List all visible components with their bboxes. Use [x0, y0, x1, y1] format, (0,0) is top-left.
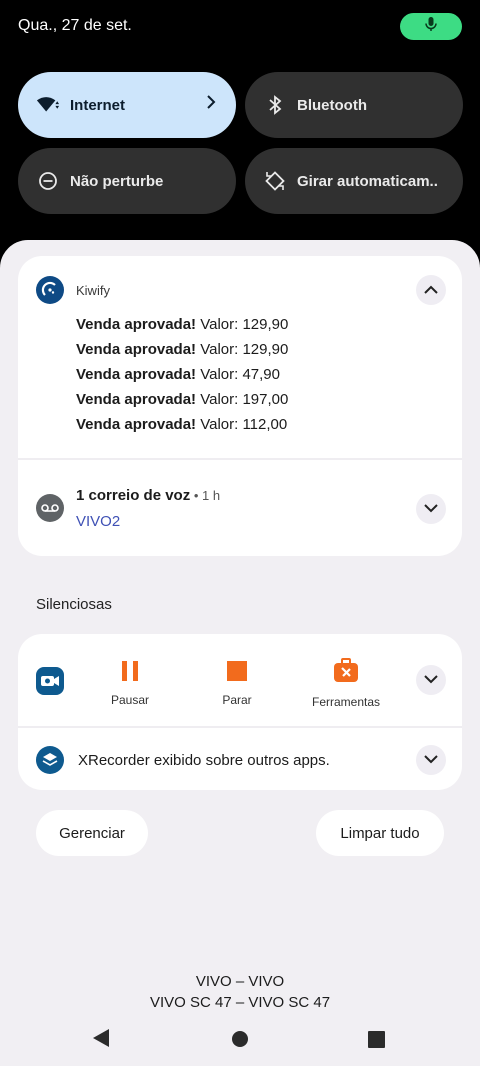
- collapse-button[interactable]: [416, 275, 446, 305]
- home-icon: [231, 1031, 249, 1052]
- kiwify-message[interactable]: Venda aprovada! Valor: 112,00: [76, 416, 287, 433]
- kiwify-app-icon: [36, 276, 64, 304]
- tile-bluetooth-label: Bluetooth: [297, 96, 367, 114]
- expand-voicemail-button[interactable]: [416, 494, 446, 524]
- tile-auto-rotate[interactable]: Girar automaticam..: [245, 148, 463, 214]
- silent-notification-group: Pausar Parar Ferramentas XRecorder exibi…: [18, 634, 462, 790]
- mic-icon: [424, 16, 438, 37]
- kiwify-message[interactable]: Venda aprovada! Valor: 47,90: [76, 366, 280, 383]
- status-date: Qua., 27 de set.: [18, 17, 132, 34]
- kiwify-message[interactable]: Venda aprovada! Valor: 129,90: [76, 316, 288, 333]
- chevron-down-icon: [424, 751, 438, 769]
- tile-internet[interactable]: Internet: [18, 72, 236, 138]
- carrier-line-1: VIVO – VIVO: [195, 973, 285, 990]
- wifi-icon: [36, 93, 60, 117]
- divider: [18, 726, 462, 728]
- back-button[interactable]: [92, 1028, 110, 1053]
- voicemail-title[interactable]: 1 correio de voz • 1 h: [76, 487, 220, 504]
- divider: [18, 458, 462, 460]
- silent-section-label: Silenciosas: [36, 596, 112, 613]
- back-icon: [92, 1029, 110, 1052]
- pause-action[interactable]: Pausar: [110, 660, 150, 707]
- recents-icon: [368, 1031, 385, 1052]
- overlay-notification-text[interactable]: XRecorder exibido sobre outros apps.: [78, 752, 330, 769]
- notification-group: Kiwify Venda aprovada! Valor: 129,90 Ven…: [18, 256, 462, 556]
- chevron-up-icon: [424, 281, 438, 299]
- chevron-down-icon: [424, 500, 438, 518]
- chevron-right-icon: [206, 95, 216, 113]
- expand-recorder-button[interactable]: [416, 665, 446, 695]
- pause-icon: [119, 660, 141, 687]
- mic-indicator[interactable]: [400, 13, 462, 40]
- chevron-down-icon: [424, 671, 438, 689]
- voicemail-icon: [36, 494, 64, 522]
- home-button[interactable]: [231, 1030, 249, 1053]
- auto-rotate-icon: [263, 169, 287, 193]
- tile-do-not-disturb-label: Não perturbe: [70, 172, 164, 190]
- tile-bluetooth[interactable]: Bluetooth: [245, 72, 463, 138]
- kiwify-message[interactable]: Venda aprovada! Valor: 197,00: [76, 391, 288, 408]
- kiwify-app-name: Kiwify: [76, 283, 110, 298]
- carrier-line-2: VIVO SC 47 – VIVO SC 47: [149, 994, 331, 1011]
- bluetooth-icon: [263, 93, 287, 117]
- toolbox-icon: [333, 658, 359, 689]
- manage-button[interactable]: Gerenciar: [36, 810, 148, 856]
- tools-action[interactable]: Ferramentas: [306, 658, 386, 709]
- clear-all-button[interactable]: Limpar tudo: [316, 810, 444, 856]
- stop-action[interactable]: Parar: [217, 660, 257, 707]
- recents-button[interactable]: [368, 1031, 385, 1053]
- kiwify-message[interactable]: Venda aprovada! Valor: 129,90: [76, 341, 288, 358]
- layers-icon: [36, 746, 64, 774]
- do-not-disturb-icon: [36, 169, 60, 193]
- tile-do-not-disturb[interactable]: Não perturbe: [18, 148, 236, 214]
- expand-overlay-button[interactable]: [416, 745, 446, 775]
- tile-internet-label: Internet: [70, 96, 126, 114]
- recorder-app-icon: [36, 667, 64, 695]
- stop-icon: [226, 660, 248, 687]
- tile-auto-rotate-label: Girar automaticam..: [297, 172, 438, 190]
- voicemail-subtitle: VIVO2: [76, 513, 121, 530]
